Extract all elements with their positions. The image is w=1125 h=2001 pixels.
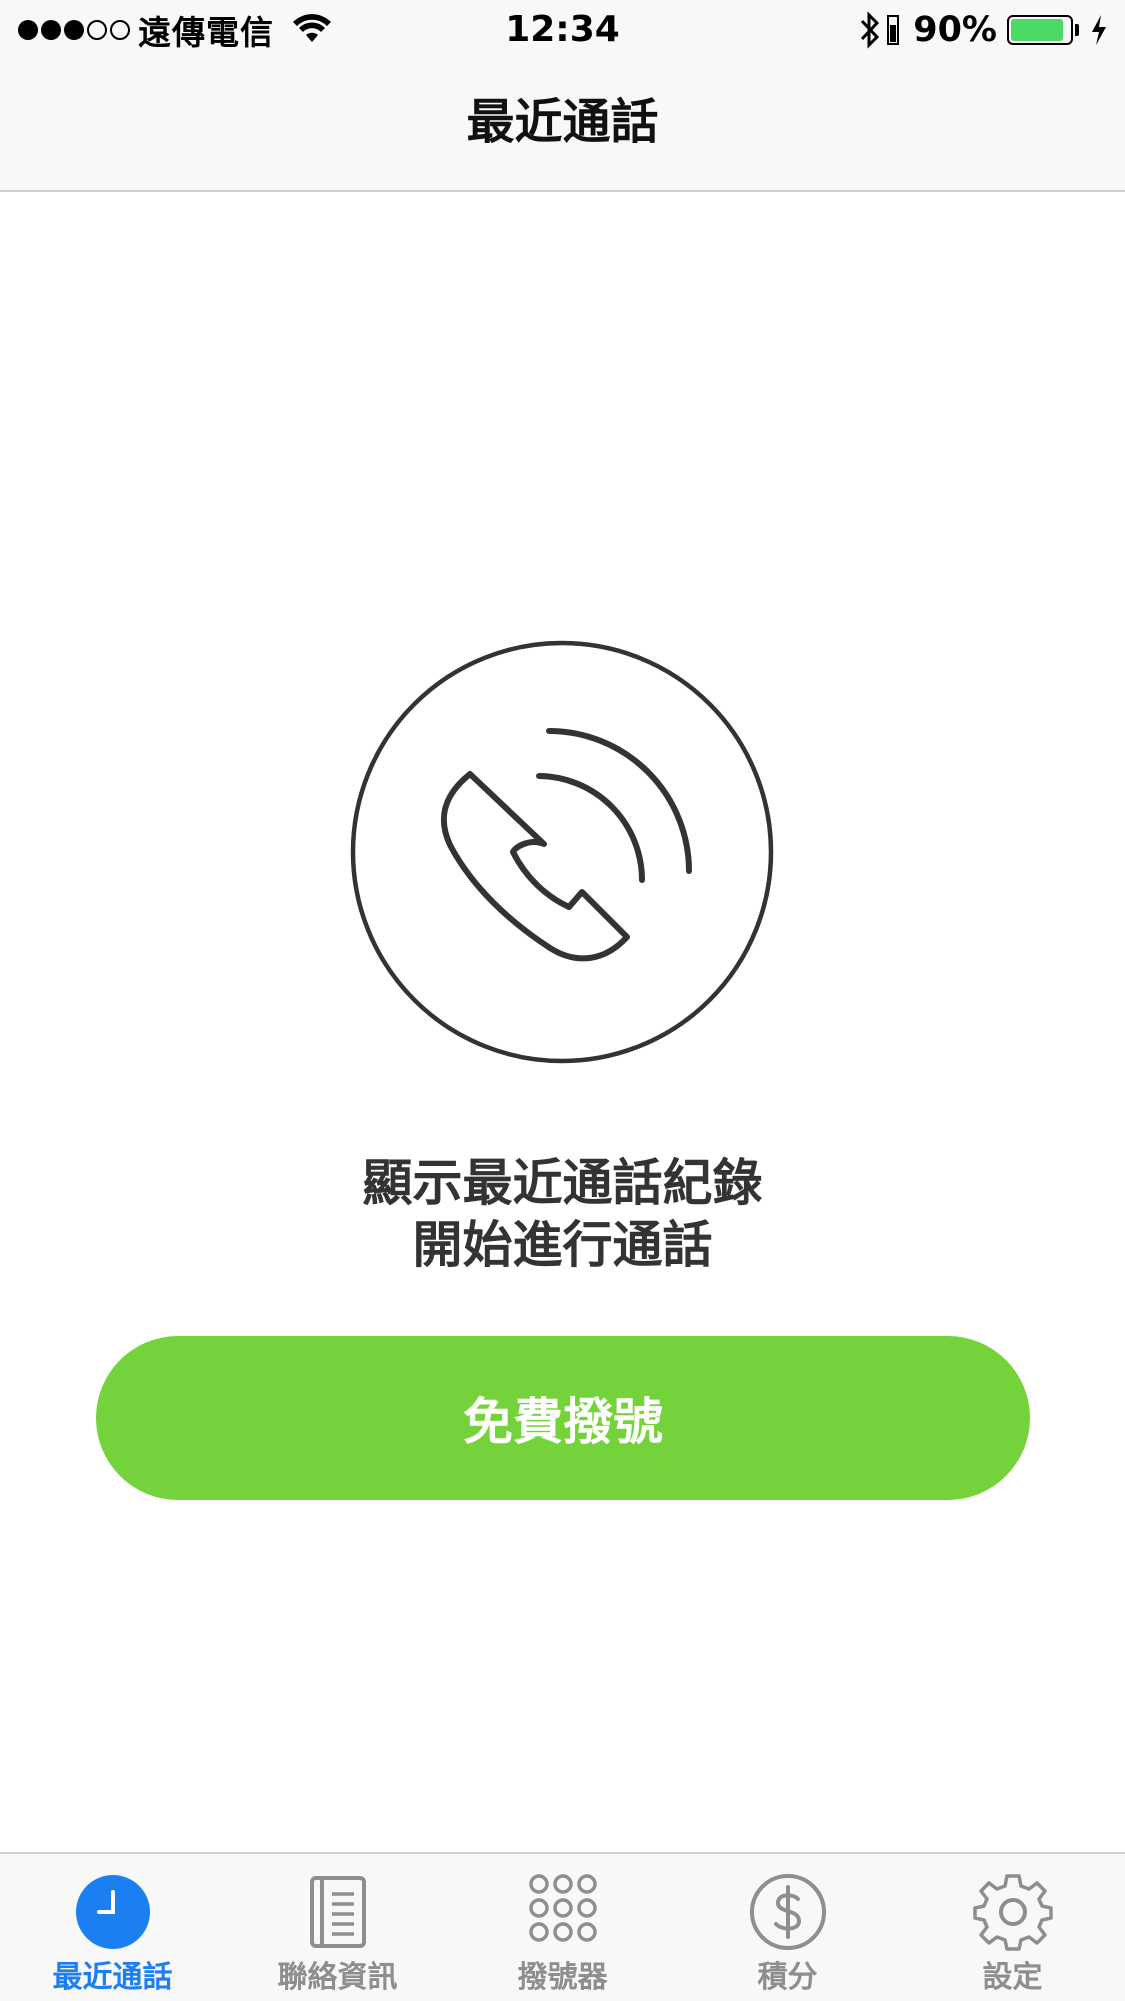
empty-state-message: 顯示最近通話紀錄 開始進行通話 (0, 1152, 1125, 1276)
bluetooth-icon (861, 11, 880, 49)
keypad-icon (528, 1874, 597, 1942)
empty-state-line-2: 開始進行通話 (412, 1216, 713, 1274)
tab-points[interactable]: 積分 (675, 1854, 900, 2001)
contacts-book-icon (309, 1876, 366, 1948)
tab-recents[interactable]: 最近通話 (0, 1854, 225, 2001)
tab-label: 最近通話 (52, 1960, 173, 1995)
battery-icon (1007, 15, 1073, 45)
dollar-coin-icon (749, 1874, 826, 1950)
battery-percent: 90% (913, 10, 997, 50)
navigation-bar: 最近通話 (0, 60, 1125, 192)
status-bar: 遠傳電信 12:34 90% (0, 0, 1125, 60)
tab-label: 聯絡資訊 (277, 1960, 398, 1995)
tab-settings[interactable]: 設定 (900, 1854, 1125, 2001)
battery-cap (1075, 24, 1079, 36)
battery-level-fill (1011, 19, 1064, 41)
charging-bolt-icon (1092, 15, 1106, 45)
gear-icon (972, 1874, 1053, 1951)
page-title: 最近通話 (466, 94, 659, 150)
free-dial-button[interactable]: 免費撥號 (96, 1336, 1030, 1500)
tab-contacts[interactable]: 聯絡資訊 (225, 1854, 450, 2001)
empty-state-line-1: 顯示最近通話紀錄 (362, 1154, 763, 1212)
recents-screen: 遠傳電信 12:34 90% 最近通話 顯示最近通話紀錄 開始進行通話 免費撥號… (0, 0, 1125, 2001)
tab-label: 撥號器 (517, 1960, 608, 1995)
status-right: 90% (857, 8, 1109, 52)
tab-label: 設定 (982, 1960, 1043, 1995)
phone-handset-icon (350, 640, 774, 1064)
tab-keypad[interactable]: 撥號器 (450, 1854, 675, 2001)
tab-label: 積分 (757, 1960, 818, 1995)
tab-bar: 最近通話 聯絡資訊 撥號器 積分 設定 (0, 1852, 1125, 2001)
bluetooth-battery-icon (887, 15, 900, 45)
clock-icon (75, 1875, 150, 1949)
